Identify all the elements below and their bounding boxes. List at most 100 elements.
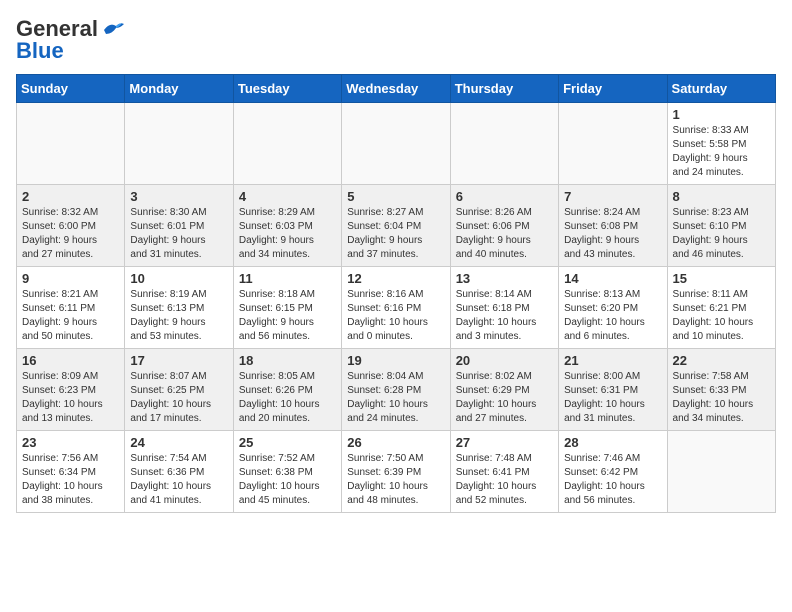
calendar-cell: 9 Sunrise: 8:21 AM Sunset: 6:11 PM Daylig… [17,267,125,349]
weekday-header-saturday: Saturday [667,75,775,103]
day-info: Sunrise: 8:09 AM Sunset: 6:23 PM Dayligh… [22,370,119,426]
day-number: 20 [456,353,553,368]
calendar-cell: 1Sunrise: 8:33 AM Sunset: 5:58 PM Daylig… [667,103,775,185]
page-header: General Blue [16,16,776,64]
calendar-cell [17,103,125,185]
day-info: Sunrise: 7:46 AM Sunset: 6:42 PM Dayligh… [564,452,661,508]
day-number: 16 [22,353,119,368]
day-info: Sunrise: 7:52 AM Sunset: 6:38 PM Dayligh… [239,452,336,508]
weekday-header-tuesday: Tuesday [233,75,341,103]
weekday-header-wednesday: Wednesday [342,75,450,103]
calendar-cell [667,431,775,513]
calendar-cell: 14Sunrise: 8:13 AM Sunset: 6:20 PM Dayli… [559,267,667,349]
day-info: Sunrise: 8:24 AM Sunset: 6:08 PM Dayligh… [564,206,661,262]
day-number: 2 [22,189,119,204]
day-info: Sunrise: 8:04 AM Sunset: 6:28 PM Dayligh… [347,370,444,426]
day-info: Sunrise: 8:11 AM Sunset: 6:21 PM Dayligh… [673,288,770,344]
calendar-week-row: 16 Sunrise: 8:09 AM Sunset: 6:23 PM Dayli… [17,349,776,431]
day-number: 10 [130,271,227,286]
weekday-header-friday: Friday [559,75,667,103]
day-number: 14 [564,271,661,286]
calendar-cell: 27 Sunrise: 7:48 AM Sunset: 6:41 PM Dayli… [450,431,558,513]
day-info: Sunrise: 8:26 AM Sunset: 6:06 PM Dayligh… [456,206,553,262]
day-info: Sunrise: 8:29 AM Sunset: 6:03 PM Dayligh… [239,206,336,262]
day-number: 3 [130,189,227,204]
calendar-header-row: SundayMondayTuesdayWednesdayThursdayFrid… [17,75,776,103]
calendar-week-row: 2 Sunrise: 8:32 AM Sunset: 6:00 PM Daylig… [17,185,776,267]
day-number: 9 [22,271,119,286]
calendar-cell: 12 Sunrise: 8:16 AM Sunset: 6:16 PM Dayli… [342,267,450,349]
calendar-cell: 13 Sunrise: 8:14 AM Sunset: 6:18 PM Dayli… [450,267,558,349]
calendar-cell: 20Sunrise: 8:02 AM Sunset: 6:29 PM Dayli… [450,349,558,431]
calendar-cell: 28 Sunrise: 7:46 AM Sunset: 6:42 PM Dayli… [559,431,667,513]
day-info: Sunrise: 8:07 AM Sunset: 6:25 PM Dayligh… [130,370,227,426]
day-number: 13 [456,271,553,286]
calendar-cell: 6 Sunrise: 8:26 AM Sunset: 6:06 PM Daylig… [450,185,558,267]
day-info: Sunrise: 7:56 AM Sunset: 6:34 PM Dayligh… [22,452,119,508]
calendar-cell [233,103,341,185]
calendar-table: SundayMondayTuesdayWednesdayThursdayFrid… [16,74,776,513]
day-number: 5 [347,189,444,204]
logo-bird-icon [102,20,124,38]
day-info: Sunrise: 8:05 AM Sunset: 6:26 PM Dayligh… [239,370,336,426]
day-number: 28 [564,435,661,450]
day-number: 23 [22,435,119,450]
calendar-cell: 16 Sunrise: 8:09 AM Sunset: 6:23 PM Dayli… [17,349,125,431]
day-number: 19 [347,353,444,368]
calendar-cell: 19 Sunrise: 8:04 AM Sunset: 6:28 PM Dayli… [342,349,450,431]
calendar-week-row: 1Sunrise: 8:33 AM Sunset: 5:58 PM Daylig… [17,103,776,185]
calendar-cell: 5 Sunrise: 8:27 AM Sunset: 6:04 PM Daylig… [342,185,450,267]
day-number: 18 [239,353,336,368]
calendar-cell: 10 Sunrise: 8:19 AM Sunset: 6:13 PM Dayli… [125,267,233,349]
day-info: Sunrise: 8:19 AM Sunset: 6:13 PM Dayligh… [130,288,227,344]
day-info: Sunrise: 7:54 AM Sunset: 6:36 PM Dayligh… [130,452,227,508]
day-number: 25 [239,435,336,450]
day-info: Sunrise: 7:48 AM Sunset: 6:41 PM Dayligh… [456,452,553,508]
day-info: Sunrise: 7:50 AM Sunset: 6:39 PM Dayligh… [347,452,444,508]
day-number: 15 [673,271,770,286]
calendar-cell: 22 Sunrise: 7:58 AM Sunset: 6:33 PM Dayli… [667,349,775,431]
day-info: Sunrise: 7:58 AM Sunset: 6:33 PM Dayligh… [673,370,770,426]
calendar-cell: 15 Sunrise: 8:11 AM Sunset: 6:21 PM Dayli… [667,267,775,349]
calendar-cell: 2 Sunrise: 8:32 AM Sunset: 6:00 PM Daylig… [17,185,125,267]
day-number: 26 [347,435,444,450]
calendar-cell: 11Sunrise: 8:18 AM Sunset: 6:15 PM Dayli… [233,267,341,349]
day-number: 24 [130,435,227,450]
calendar-week-row: 23 Sunrise: 7:56 AM Sunset: 6:34 PM Dayli… [17,431,776,513]
calendar-cell [125,103,233,185]
day-info: Sunrise: 8:27 AM Sunset: 6:04 PM Dayligh… [347,206,444,262]
day-number: 7 [564,189,661,204]
day-number: 4 [239,189,336,204]
calendar-cell: 21 Sunrise: 8:00 AM Sunset: 6:31 PM Dayli… [559,349,667,431]
logo-blue-text: Blue [16,38,64,64]
calendar-cell: 26 Sunrise: 7:50 AM Sunset: 6:39 PM Dayli… [342,431,450,513]
calendar-cell [450,103,558,185]
calendar-cell: 25 Sunrise: 7:52 AM Sunset: 6:38 PM Dayli… [233,431,341,513]
day-number: 22 [673,353,770,368]
calendar-cell: 8 Sunrise: 8:23 AM Sunset: 6:10 PM Daylig… [667,185,775,267]
calendar-cell: 24 Sunrise: 7:54 AM Sunset: 6:36 PM Dayli… [125,431,233,513]
day-number: 21 [564,353,661,368]
day-info: Sunrise: 8:32 AM Sunset: 6:00 PM Dayligh… [22,206,119,262]
calendar-cell: 17Sunrise: 8:07 AM Sunset: 6:25 PM Dayli… [125,349,233,431]
day-number: 6 [456,189,553,204]
day-number: 12 [347,271,444,286]
day-number: 1 [673,107,770,122]
logo: General Blue [16,16,124,64]
day-info: Sunrise: 8:16 AM Sunset: 6:16 PM Dayligh… [347,288,444,344]
calendar-cell [342,103,450,185]
weekday-header-sunday: Sunday [17,75,125,103]
day-info: Sunrise: 8:23 AM Sunset: 6:10 PM Dayligh… [673,206,770,262]
day-number: 8 [673,189,770,204]
day-info: Sunrise: 8:30 AM Sunset: 6:01 PM Dayligh… [130,206,227,262]
calendar-cell: 3 Sunrise: 8:30 AM Sunset: 6:01 PM Daylig… [125,185,233,267]
calendar-week-row: 9 Sunrise: 8:21 AM Sunset: 6:11 PM Daylig… [17,267,776,349]
weekday-header-monday: Monday [125,75,233,103]
calendar-cell: 7 Sunrise: 8:24 AM Sunset: 6:08 PM Daylig… [559,185,667,267]
day-info: Sunrise: 8:21 AM Sunset: 6:11 PM Dayligh… [22,288,119,344]
weekday-header-thursday: Thursday [450,75,558,103]
day-info: Sunrise: 8:00 AM Sunset: 6:31 PM Dayligh… [564,370,661,426]
day-number: 27 [456,435,553,450]
day-info: Sunrise: 8:14 AM Sunset: 6:18 PM Dayligh… [456,288,553,344]
calendar-cell: 4 Sunrise: 8:29 AM Sunset: 6:03 PM Daylig… [233,185,341,267]
